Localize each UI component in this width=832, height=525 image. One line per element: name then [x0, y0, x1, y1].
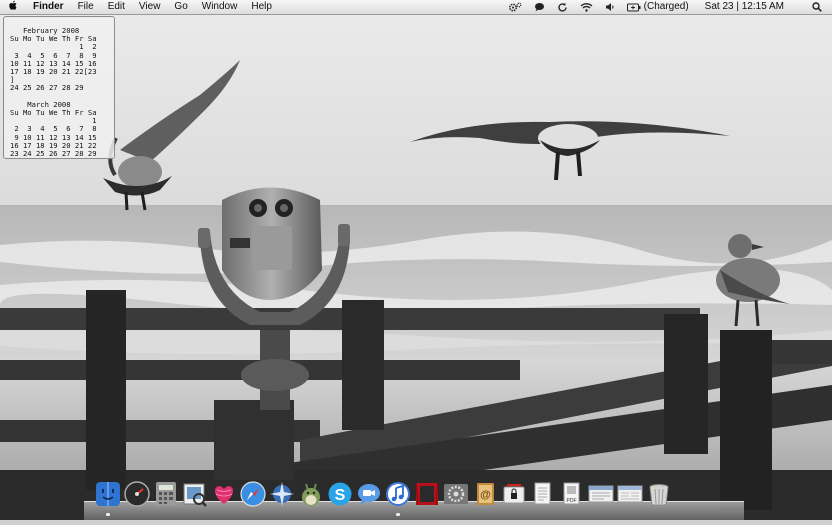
- dock: S @ PDF: [84, 478, 744, 520]
- calendar-text: February 2008 Su Mo Tu We Th Fr Sa 1 2 3…: [10, 26, 97, 159]
- totoro-icon[interactable]: [297, 480, 325, 508]
- spotlight-search-icon[interactable]: [806, 2, 832, 12]
- skype-icon[interactable]: S: [326, 480, 354, 508]
- battery-status[interactable]: (Charged): [621, 0, 695, 14]
- svg-text:@: @: [480, 489, 491, 501]
- apple-menu-icon[interactable]: [0, 0, 26, 14]
- menu-view[interactable]: View: [132, 0, 168, 14]
- battery-icon: [626, 3, 641, 11]
- ichat-icon[interactable]: [355, 480, 383, 508]
- menu-extras: (Charged) Sat 23 | 12:15 AM: [502, 0, 832, 14]
- gear-icon[interactable]: [502, 2, 528, 13]
- volume-icon[interactable]: [599, 2, 621, 12]
- running-indicator: [106, 513, 110, 516]
- dashboard-icon[interactable]: [123, 480, 151, 508]
- menu-bar: Finder File Edit View Go Window Help (Ch…: [0, 0, 832, 15]
- menu-window[interactable]: Window: [195, 0, 245, 14]
- menu-help[interactable]: Help: [244, 0, 279, 14]
- document-icon[interactable]: [529, 480, 557, 508]
- pier-seagulls-wallpaper: [0, 15, 832, 520]
- calendar-widget: February 2008 Su Mo Tu We Th Fr Sa 1 2 3…: [3, 16, 115, 159]
- web-document-icon[interactable]: [616, 480, 644, 508]
- svg-text:S: S: [335, 487, 346, 504]
- menu-finder[interactable]: Finder: [26, 0, 71, 14]
- preferences-document-icon[interactable]: [587, 480, 615, 508]
- battery-label: (Charged): [643, 1, 689, 12]
- love-heart-icon[interactable]: [210, 480, 238, 508]
- keychain-icon[interactable]: [500, 480, 528, 508]
- menu-clock[interactable]: Sat 23 | 12:15 AM: [695, 0, 806, 14]
- calculator-icon[interactable]: [152, 480, 180, 508]
- dock-icons: S @ PDF: [94, 480, 673, 516]
- finder-icon[interactable]: [94, 480, 122, 516]
- system-preferences-icon[interactable]: [442, 480, 470, 508]
- safari-icon[interactable]: [239, 480, 267, 508]
- address-book-icon[interactable]: @: [471, 480, 499, 508]
- menu-edit[interactable]: Edit: [101, 0, 132, 14]
- menu-go[interactable]: Go: [167, 0, 194, 14]
- trash-icon[interactable]: [645, 480, 673, 508]
- preview-icon[interactable]: [181, 480, 209, 508]
- desktop-wallpaper: [0, 15, 832, 520]
- menu-file[interactable]: File: [71, 0, 101, 14]
- running-indicator: [396, 513, 400, 516]
- chat-bubble-icon[interactable]: [528, 2, 551, 12]
- wifi-icon[interactable]: [574, 2, 599, 12]
- pdf-document-icon[interactable]: PDF: [558, 480, 586, 508]
- sync-icon[interactable]: [551, 2, 574, 13]
- compass-icon[interactable]: [268, 480, 296, 508]
- itunes-icon[interactable]: [384, 480, 412, 516]
- photo-booth-icon[interactable]: [413, 480, 441, 508]
- svg-text:PDF: PDF: [567, 498, 577, 504]
